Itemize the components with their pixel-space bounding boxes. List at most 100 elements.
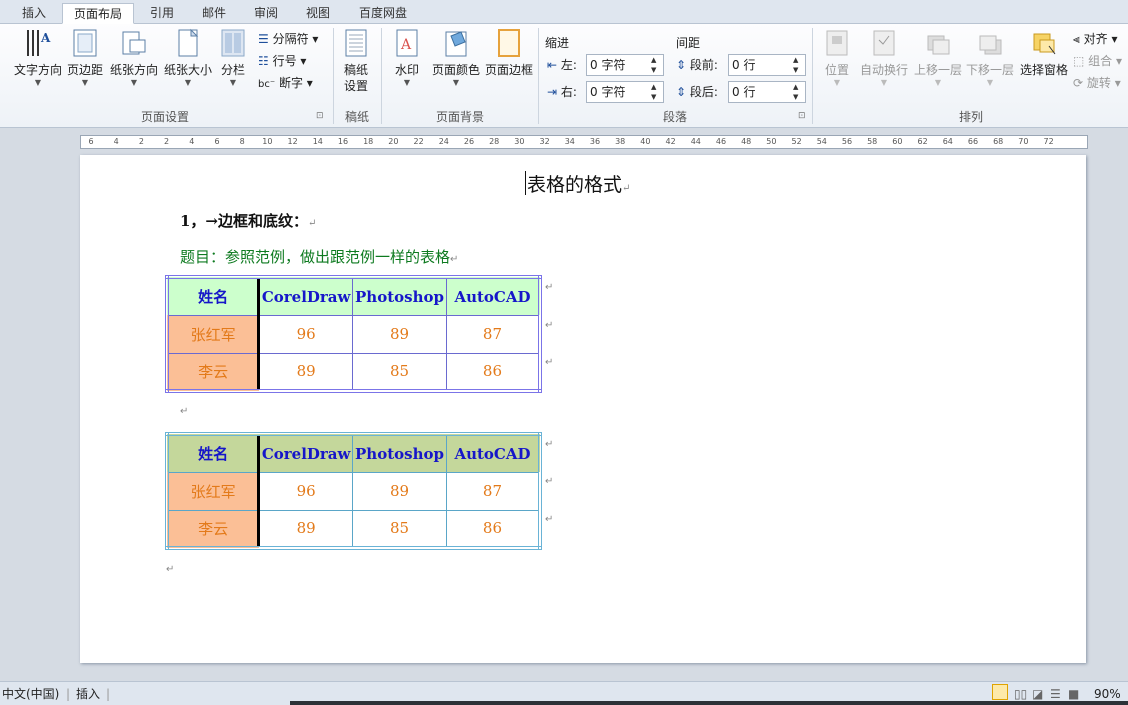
example-table-2[interactable]: 姓名 CorelDraw Photoshop AutoCAD 张红军 96 89… — [165, 432, 542, 550]
spinner-arrows-icon[interactable]: ▲ ▼ — [651, 55, 661, 75]
header-cell-autocad[interactable]: AutoCAD — [445, 433, 541, 473]
header-cell-name[interactable]: 姓名 — [166, 276, 261, 316]
table-row: 张红军 96 89 87 — [166, 314, 541, 354]
ruler-tick-label: 72 — [1043, 137, 1054, 146]
spacing-after-icon: ⇕ — [676, 85, 687, 99]
chevron-down-icon: ▼ — [934, 78, 942, 87]
chevron-down-icon: ▼ — [229, 78, 237, 87]
page-color-button[interactable]: 页面颜色 ▼ — [430, 28, 482, 98]
chevron-down-icon: ▼ — [880, 78, 888, 87]
group-separator — [538, 28, 539, 124]
draft-group-label: 稿纸 — [344, 110, 369, 124]
ruler-tick-label: 18 — [363, 137, 374, 146]
spacing-before-spinner[interactable]: 0 行 ▲ ▼ — [728, 54, 806, 76]
indent-right-spinner[interactable]: 0 字符 ▲ ▼ — [586, 81, 664, 103]
score-cell[interactable]: 86 — [445, 352, 541, 392]
score-cell[interactable]: 89 — [352, 471, 447, 511]
orientation-button[interactable]: 纸张方向 ▼ — [108, 28, 160, 98]
ruler-tick-label: 58 — [867, 137, 878, 146]
tab-review[interactable]: 审阅 — [244, 3, 288, 24]
ruler-tick-label: 44 — [690, 137, 701, 146]
section-heading[interactable]: 1，→边框和底纹：↵ — [180, 210, 316, 231]
tab-mailings[interactable]: 邮件 — [192, 3, 236, 24]
spinner-arrows-icon[interactable]: ▲ ▼ — [651, 82, 661, 102]
dialog-launcher-icon[interactable]: ⊡ — [798, 111, 806, 121]
breaks-button[interactable]: ☰ 分隔符 ▾ — [258, 29, 318, 49]
example-table-1[interactable]: 姓名 CorelDraw Photoshop AutoCAD 张红军 96 89… — [165, 275, 542, 393]
columns-icon — [221, 29, 245, 57]
score-cell[interactable]: 87 — [445, 471, 541, 511]
score-cell[interactable]: 87 — [445, 314, 541, 354]
score-cell[interactable]: 89 — [258, 509, 354, 549]
ruler-tick-label: 26 — [463, 137, 475, 146]
page-setup-group-label: 页面设置 — [140, 110, 189, 124]
ruler-tick-label: 16 — [337, 137, 349, 146]
name-cell[interactable]: 张红军 — [166, 314, 261, 354]
bring-forward-button[interactable]: 上移一层 ▼ — [912, 28, 964, 98]
insert-mode-status[interactable]: 插入 — [76, 685, 100, 703]
paragraph-mark: ↵ — [180, 406, 189, 417]
name-cell[interactable]: 李云 — [166, 352, 261, 392]
text-direction-button[interactable]: A 文字方向 ▼ — [12, 28, 64, 98]
header-cell-autocad[interactable]: AutoCAD — [445, 276, 541, 316]
group-button[interactable]: ⬚ 组合 ▾ — [1073, 51, 1122, 71]
print-layout-icon[interactable] — [992, 684, 1008, 700]
score-cell[interactable]: 96 — [258, 314, 354, 354]
header-cell-photoshop[interactable]: Photoshop — [352, 276, 447, 316]
selection-pane-button[interactable]: 选择窗格 — [1018, 28, 1070, 98]
tab-view[interactable]: 视图 — [296, 3, 340, 24]
score-cell[interactable]: 85 — [352, 509, 447, 549]
watermark-button[interactable]: A 水印 ▼ — [388, 28, 426, 98]
tab-page-layout[interactable]: 页面布局 — [62, 3, 134, 24]
dialog-launcher-icon[interactable]: ⊡ — [316, 111, 324, 121]
document-title[interactable]: 表格的格式↵ — [527, 170, 630, 197]
spacing-after-spinner[interactable]: 0 行 ▲ ▼ — [728, 81, 806, 103]
draft-settings-button[interactable]: 稿纸 设置 — [336, 28, 376, 98]
score-cell[interactable]: 85 — [352, 352, 447, 392]
orientation-icon — [122, 31, 146, 55]
score-cell[interactable]: 86 — [445, 509, 541, 549]
paragraph-mark: ↵ — [545, 476, 554, 487]
chevron-down-icon: ▼ — [452, 78, 460, 87]
name-cell[interactable]: 张红军 — [166, 471, 261, 511]
send-backward-button[interactable]: 下移一层 ▼ — [964, 28, 1016, 98]
hyphenation-icon: bc⁻ — [258, 79, 276, 90]
tab-references[interactable]: 引用 — [140, 3, 184, 24]
rotate-button[interactable]: ⟳ 旋转 ▾ — [1073, 73, 1121, 93]
header-cell-coreldraw[interactable]: CorelDraw — [258, 276, 354, 316]
document-page[interactable] — [80, 155, 1086, 663]
score-cell[interactable]: 89 — [258, 352, 354, 392]
hyphenation-button[interactable]: bc⁻ 断字 ▾ — [258, 73, 313, 93]
spinner-arrows-icon[interactable]: ▲ ▼ — [793, 82, 803, 102]
line-numbers-button[interactable]: ☷ 行号 ▾ — [258, 51, 306, 71]
ruler-tick-label: 64 — [942, 137, 953, 146]
score-cell[interactable]: 89 — [352, 314, 447, 354]
wrap-text-button[interactable]: 自动换行 ▼ — [858, 28, 910, 98]
page-color-icon — [445, 31, 467, 57]
header-cell-photoshop[interactable]: Photoshop — [352, 433, 447, 473]
columns-button[interactable]: 分栏 ▼ — [214, 28, 252, 98]
page-borders-button[interactable]: 页面边框 — [484, 28, 534, 98]
indent-left-spinner[interactable]: 0 字符 ▲ ▼ — [586, 54, 664, 76]
score-cell[interactable]: 96 — [258, 471, 354, 511]
language-status[interactable]: 中文(中国) — [2, 685, 59, 703]
tab-insert[interactable]: 插入 — [12, 3, 56, 24]
spacing-after-value: 0 行 — [732, 85, 756, 99]
horizontal-ruler[interactable] — [80, 135, 1088, 149]
task-text[interactable]: 题目：参照范例，做出跟范例一样的表格↵ — [180, 246, 458, 267]
taskbar-strip — [290, 701, 1128, 705]
header-cell-name[interactable]: 姓名 — [166, 433, 261, 473]
align-button[interactable]: ⫷ 对齐 ▾ — [1073, 29, 1117, 49]
position-button[interactable]: 位置 ▼ — [818, 28, 856, 98]
tab-baidu-netdisk[interactable]: 百度网盘 — [350, 3, 416, 24]
chevron-down-icon: ▼ — [833, 78, 841, 87]
selection-pane-icon — [1033, 33, 1056, 55]
margins-button[interactable]: 页边距 ▼ — [64, 28, 106, 98]
name-cell[interactable]: 李云 — [166, 509, 261, 549]
header-cell-coreldraw[interactable]: CorelDraw — [258, 433, 354, 473]
spinner-arrows-icon[interactable]: ▲ ▼ — [793, 55, 803, 75]
group-icon: ⬚ — [1073, 54, 1085, 68]
rotate-icon: ⟳ — [1073, 76, 1084, 90]
size-button[interactable]: 纸张大小 ▼ — [162, 28, 214, 98]
paper-size-icon — [178, 28, 199, 57]
